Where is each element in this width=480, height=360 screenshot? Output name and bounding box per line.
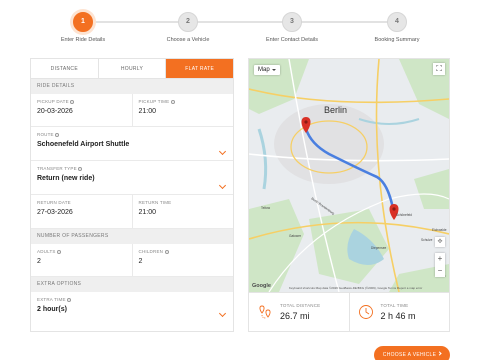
transfer-type-row: TRANSFER TYPE Return (new ride): [31, 161, 233, 195]
svg-text:Schönefeld: Schönefeld: [396, 213, 412, 217]
field-label: PICKUP TIME: [139, 99, 228, 104]
step-number: 3: [282, 12, 302, 32]
route-row: ROUTE Schoenefeld Airport Shuttle: [31, 127, 233, 161]
info-icon: [78, 166, 83, 171]
chevron-down-icon: [218, 181, 227, 190]
map-attribution[interactable]: Keyboard shortcuts Map data ©2026 GeoBas…: [289, 286, 422, 290]
info-icon: [57, 249, 62, 254]
tab-flat-rate[interactable]: FLAT RATE: [166, 59, 234, 78]
info-icon: [170, 99, 175, 104]
field-label: CHILDREN: [139, 249, 228, 254]
field-label: ROUTE: [37, 132, 227, 137]
return-time-field[interactable]: RETURN TIME 21:00: [131, 195, 234, 228]
progress-stepper: 1 Enter Ride Details 2 Choose a Vehicle …: [0, 10, 480, 46]
pickup-date-field[interactable]: PICKUP DATE 20-03-2026: [31, 94, 132, 126]
info-icon: [67, 297, 72, 302]
info-icon: [70, 99, 75, 104]
extra-time-row: EXTRA TIME 2 hour(s): [31, 292, 233, 322]
route-map[interactable]: Berlin Schönefeld Zossen Eichwalde Telto…: [249, 59, 449, 292]
total-time: TOTAL TIME 2 h 46 m: [348, 293, 450, 331]
tab-distance[interactable]: DISTANCE: [31, 59, 99, 78]
svg-text:Schulze: Schulze: [421, 238, 433, 242]
route-map-card: Berlin Schönefeld Zossen Eichwalde Telto…: [248, 58, 450, 332]
step-1[interactable]: 1 Enter Ride Details: [43, 10, 123, 43]
time-value: 2 h 46 m: [380, 311, 416, 321]
extra-time-select[interactable]: EXTRA TIME 2 hour(s): [31, 292, 233, 322]
fullscreen-icon[interactable]: ⛶: [433, 63, 445, 75]
map-canvas: Berlin Schönefeld Zossen Eichwalde Telto…: [249, 59, 449, 292]
service-type-tabs: DISTANCE HOURLY FLAT RATE: [31, 59, 234, 79]
distance-value: 26.7 mi: [280, 311, 310, 321]
step-number: 4: [387, 12, 407, 32]
map-pins-icon: [259, 305, 271, 319]
svg-text:Eichwalde: Eichwalde: [432, 228, 447, 232]
clock-icon: [358, 305, 373, 319]
info-icon: [164, 249, 169, 254]
step-label: Choose a Vehicle: [166, 37, 210, 43]
children-field[interactable]: CHILDREN 2: [131, 244, 234, 276]
transfer-type-select[interactable]: TRANSFER TYPE Return (new ride): [31, 161, 233, 194]
field-label: PICKUP DATE: [37, 99, 126, 104]
step-number: 2: [178, 12, 198, 32]
chevron-down-icon: [218, 147, 227, 156]
passengers-row: ADULTS 2 CHILDREN 2: [31, 244, 233, 277]
pickup-time-field[interactable]: PICKUP TIME 21:00: [131, 94, 234, 126]
route-value: Schoenefeld Airport Shuttle: [37, 141, 130, 148]
field-label: EXTRA TIME: [37, 297, 227, 302]
svg-text:Gatower: Gatower: [289, 234, 302, 238]
return-time-value: 21:00: [138, 209, 157, 216]
transfer-type-value: Return (new ride): [37, 175, 95, 182]
tab-hourly[interactable]: HOURLY: [99, 59, 167, 78]
pickup-time-value: 21:00: [138, 108, 157, 115]
svg-text:Teltow: Teltow: [261, 206, 271, 210]
info-icon: [55, 132, 60, 137]
svg-text:Berlin Brandenburg: Berlin Brandenburg: [310, 197, 335, 216]
ride-details-form: DISTANCE HOURLY FLAT RATE RIDE DETAILS P…: [30, 58, 234, 332]
zoom-control: + −: [435, 253, 445, 277]
step-number: 1: [73, 12, 93, 32]
section-ride-details: RIDE DETAILS: [31, 79, 233, 94]
field-label: TRANSFER TYPE: [37, 166, 227, 171]
chevron-right-icon: [437, 351, 442, 356]
dropoff-pin: [389, 204, 399, 220]
field-label: RETURN TIME: [138, 200, 172, 205]
field-label: ADULTS: [37, 249, 126, 254]
step-label: Enter Ride Details: [60, 37, 106, 43]
extra-time-value: 2 hour(s): [37, 306, 67, 313]
map-city-label: Berlin: [324, 105, 347, 115]
zoom-in-button[interactable]: +: [435, 253, 445, 265]
total-distance: TOTAL DISTANCE 26.7 mi: [249, 293, 349, 331]
step-3[interactable]: 3 Enter Contact Details: [252, 10, 332, 43]
google-logo: Google: [252, 283, 271, 289]
return-date-value: 27-03-2026: [37, 209, 73, 216]
choose-vehicle-button[interactable]: CHOOSE A VEHICLE: [374, 346, 450, 360]
street-view-icon[interactable]: ✥: [435, 237, 445, 247]
map-type-toggle[interactable]: Map: [254, 65, 280, 75]
pickup-date-value: 20-03-2026: [37, 108, 73, 115]
field-label: RETURN DATE: [37, 200, 71, 205]
step-2[interactable]: 2 Choose a Vehicle: [148, 10, 228, 43]
step-label: Enter Contact Details: [266, 37, 318, 43]
route-stats: TOTAL DISTANCE 26.7 mi TOTAL TIME 2 h 46…: [249, 292, 449, 331]
return-row: RETURN DATE 27-03-2026 RETURN TIME 21:00: [31, 195, 233, 229]
pickup-row: PICKUP DATE 20-03-2026 PICKUP TIME 21:00: [31, 94, 233, 127]
step-label: Booking Summary: [374, 37, 420, 43]
adults-value: 2: [37, 258, 41, 265]
time-label: TOTAL TIME: [380, 303, 409, 308]
step-4[interactable]: 4 Booking Summary: [357, 10, 437, 43]
section-extra-options: EXTRA OPTIONS: [31, 277, 233, 292]
route-select[interactable]: ROUTE Schoenefeld Airport Shuttle: [31, 127, 233, 160]
return-date-field[interactable]: RETURN DATE 27-03-2026: [31, 195, 132, 228]
section-passengers: NUMBER OF PASSENGERS: [31, 229, 233, 244]
distance-label: TOTAL DISTANCE: [280, 303, 321, 308]
zoom-out-button[interactable]: −: [435, 265, 445, 277]
adults-field[interactable]: ADULTS 2: [31, 244, 132, 276]
children-value: 2: [138, 258, 143, 265]
caret-down-icon: [271, 69, 276, 71]
svg-text:Diepensee: Diepensee: [371, 246, 386, 250]
